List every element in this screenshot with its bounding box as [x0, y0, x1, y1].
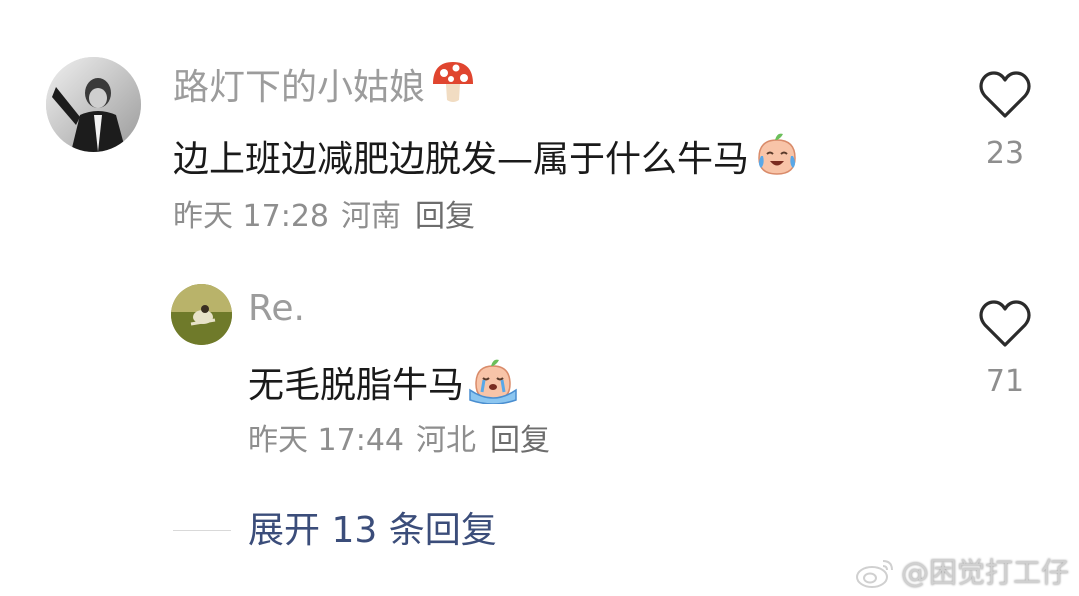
heart-icon — [979, 71, 1031, 118]
comment-thread: 路灯下的小姑娘 边上班边减肥边脱发—属于什么牛马 昨天 17:28 河南 回复 … — [0, 0, 1079, 596]
reply-reply-button[interactable]: 回复 — [490, 423, 550, 458]
comment-username[interactable]: 路灯下的小姑娘 — [173, 58, 477, 117]
like-button[interactable] — [978, 70, 1032, 124]
comment-text: 边上班边减肥边脱发—属于什么牛马 — [173, 130, 801, 189]
reply-like-button[interactable] — [978, 299, 1032, 353]
heart-icon — [979, 300, 1031, 347]
watermark: @困觉打工仔 — [855, 556, 1069, 590]
expand-divider — [173, 530, 231, 531]
watermark-text: @困觉打工仔 — [900, 556, 1069, 589]
crying-peach-icon — [468, 356, 518, 415]
reply-avatar[interactable] — [171, 284, 232, 345]
comment-time: 昨天 17:28 — [173, 199, 329, 234]
reply-location: 河北 — [416, 423, 476, 458]
laughing-tears-peach-icon — [753, 130, 801, 189]
comment-meta: 昨天 17:28 河南 回复 — [173, 197, 475, 237]
reply-button[interactable]: 回复 — [415, 199, 475, 234]
reply-username[interactable]: Re. — [248, 287, 305, 331]
reply-like-count: 71 — [985, 364, 1025, 399]
reply-time: 昨天 17:44 — [248, 423, 404, 458]
avatar[interactable] — [46, 57, 141, 152]
comment-location: 河南 — [341, 199, 401, 234]
weibo-logo-icon — [855, 560, 893, 588]
mushroom-icon — [429, 58, 477, 117]
reply-text: 无毛脱脂牛马 — [248, 356, 518, 415]
reply-meta: 昨天 17:44 河北 回复 — [248, 421, 550, 461]
expand-replies-button[interactable]: 展开 13 条回复 — [248, 509, 497, 553]
like-count: 23 — [985, 136, 1025, 171]
